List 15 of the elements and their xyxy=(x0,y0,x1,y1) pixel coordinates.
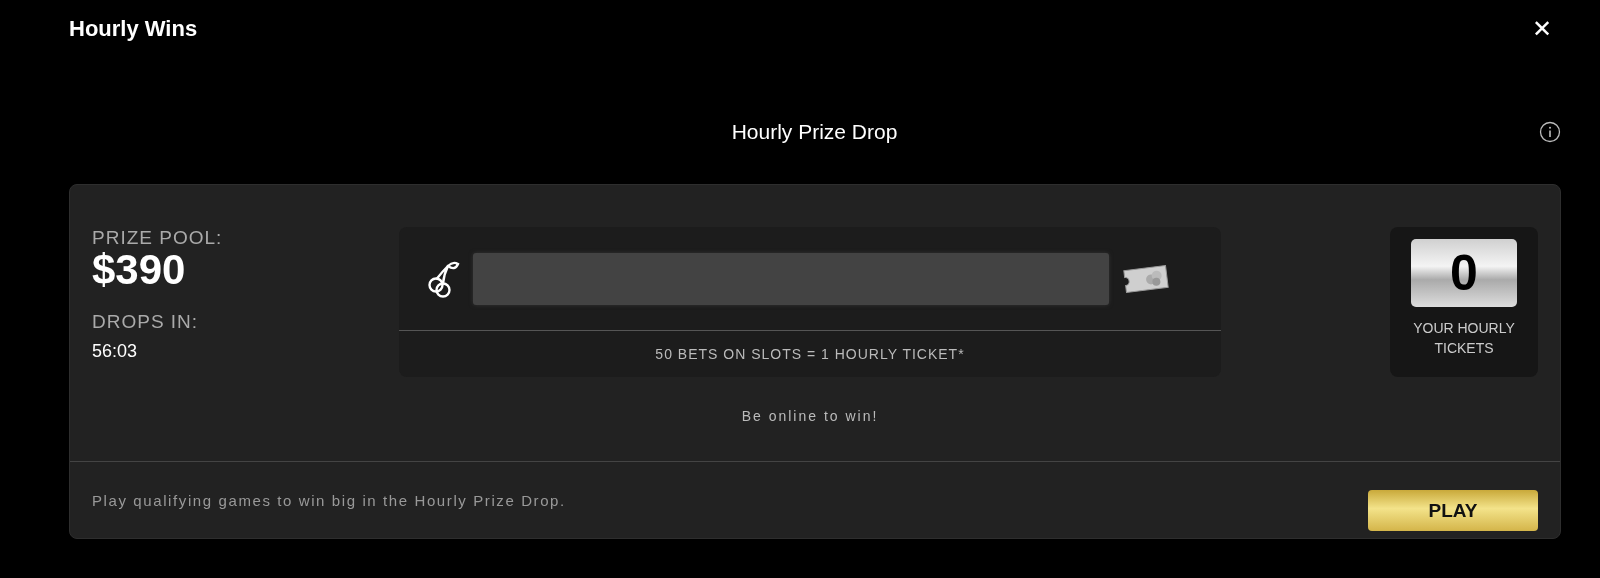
ticket-count: 0 xyxy=(1411,239,1517,307)
online-note: Be online to win! xyxy=(741,408,879,424)
info-icon[interactable] xyxy=(1539,121,1561,143)
countdown-timer: 56:03 xyxy=(92,341,139,362)
footer-text: Play qualifying games to win big in the Hourly Prize Drop. xyxy=(92,491,566,509)
ticket-count-label: YOUR HOURLY TICKETS xyxy=(1412,319,1516,358)
drops-in-label: DROPS IN: xyxy=(92,311,200,333)
play-button[interactable]: PLAY xyxy=(1368,490,1538,531)
prize-pool-label: PRIZE POOL: xyxy=(92,227,224,249)
close-button[interactable]: ✕ xyxy=(1531,15,1552,43)
section-heading: Hourly Prize Drop xyxy=(731,120,898,144)
window-title: Hourly Wins xyxy=(69,16,198,42)
ticket-rule-caption: 50 BETS ON SLOTS = 1 HOURLY TICKET* xyxy=(654,346,966,362)
prize-pool-value: $390 xyxy=(92,249,187,291)
cherry-icon xyxy=(427,259,461,298)
